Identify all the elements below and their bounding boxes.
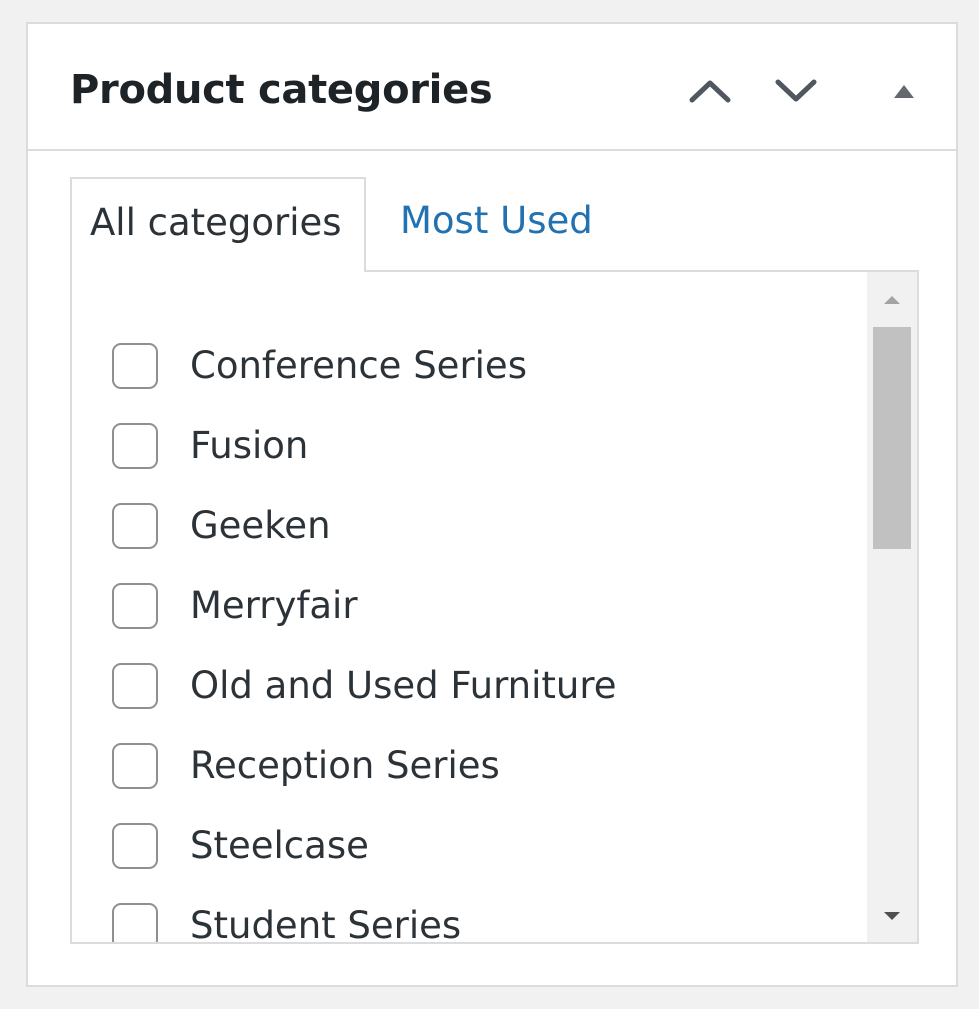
- category-item-merryfair[interactable]: Merryfair: [112, 566, 617, 646]
- category-label: Merryfair: [190, 584, 358, 627]
- category-label: Fusion: [190, 424, 309, 467]
- category-item-geeken[interactable]: Geeken: [112, 486, 617, 566]
- chevron-up-icon: [688, 78, 732, 104]
- category-checkbox[interactable]: [112, 663, 158, 709]
- category-checkbox[interactable]: [112, 423, 158, 469]
- scroll-up-button[interactable]: [867, 276, 917, 322]
- category-checklist: Conference Series Fusion Geeken Merryfai…: [112, 326, 617, 944]
- category-item-student-series[interactable]: Student Series: [112, 886, 617, 944]
- category-item-reception-series[interactable]: Reception Series: [112, 726, 617, 806]
- category-label: Conference Series: [190, 344, 527, 387]
- move-up-button[interactable]: [682, 64, 738, 118]
- category-item-old-and-used-furniture[interactable]: Old and Used Furniture: [112, 646, 617, 726]
- scroll-up-arrow-icon: [883, 290, 901, 309]
- category-checkbox[interactable]: [112, 583, 158, 629]
- tab-all-categories-label: All categories: [90, 201, 342, 244]
- checklist-scrollbar[interactable]: [867, 272, 917, 942]
- category-checkbox[interactable]: [112, 743, 158, 789]
- postbox-header: Product categories: [28, 24, 956, 151]
- scroll-down-arrow-icon: [883, 906, 901, 925]
- postbox-title: Product categories: [70, 67, 493, 113]
- category-label: Student Series: [190, 904, 462, 944]
- category-label: Steelcase: [190, 824, 369, 867]
- product-categories-postbox: Product categories All categories Most U…: [26, 22, 958, 987]
- category-checkbox[interactable]: [112, 903, 158, 942]
- toggle-panel-button[interactable]: [876, 64, 932, 118]
- category-checkbox[interactable]: [112, 343, 158, 389]
- tab-all-categories[interactable]: All categories: [70, 177, 366, 272]
- category-checklist-panel[interactable]: Conference Series Fusion Geeken Merryfai…: [70, 270, 919, 944]
- scrollbar-thumb[interactable]: [873, 327, 911, 549]
- category-label: Reception Series: [190, 744, 500, 787]
- category-checkbox[interactable]: [112, 503, 158, 549]
- category-item-fusion[interactable]: Fusion: [112, 406, 617, 486]
- category-item-conference-series[interactable]: Conference Series: [112, 326, 617, 406]
- tab-most-used[interactable]: Most Used: [400, 198, 593, 244]
- move-down-button[interactable]: [768, 64, 824, 118]
- scroll-down-button[interactable]: [867, 892, 917, 938]
- category-checkbox[interactable]: [112, 823, 158, 869]
- category-label: Geeken: [190, 504, 331, 547]
- chevron-down-icon: [774, 78, 818, 104]
- category-item-steelcase[interactable]: Steelcase: [112, 806, 617, 886]
- triangle-up-icon: [892, 83, 916, 99]
- category-label: Old and Used Furniture: [190, 664, 617, 707]
